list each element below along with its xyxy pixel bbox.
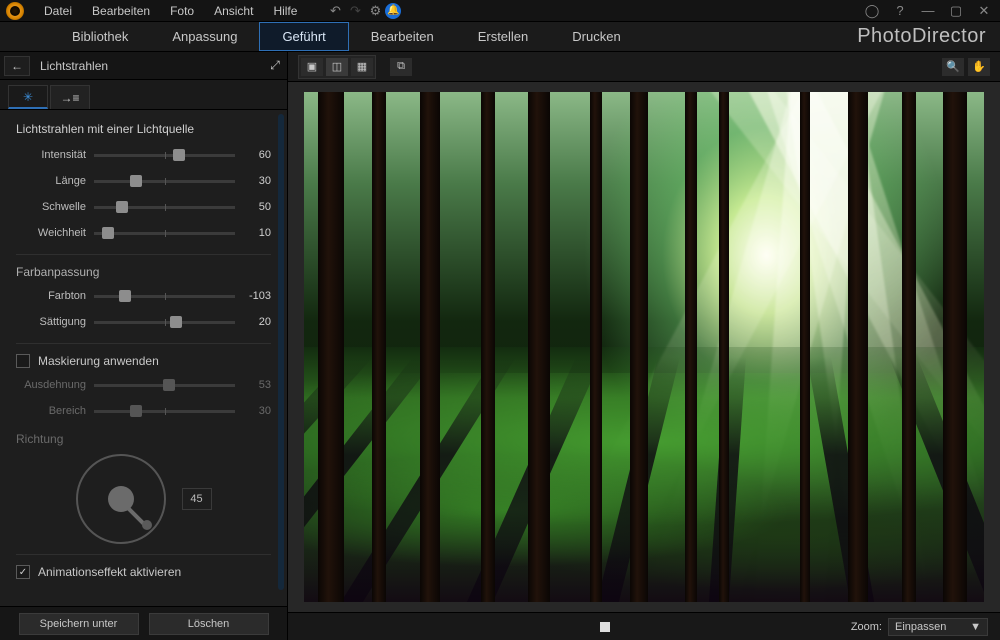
close-icon[interactable]: ✕: [974, 3, 994, 19]
minimize-icon[interactable]: —: [918, 3, 938, 19]
chevron-down-icon: ▼: [970, 621, 981, 633]
view-compare-icon[interactable]: ◫: [326, 58, 348, 76]
slider-length[interactable]: Länge 30: [16, 170, 271, 192]
view-grid-icon[interactable]: ▦: [351, 58, 373, 76]
undo-icon[interactable]: ↶: [325, 3, 345, 19]
panel-back-icon[interactable]: ←: [4, 56, 30, 76]
slider-range: Bereich 30: [16, 400, 271, 422]
panel-scroll[interactable]: Lichtstrahlen mit einer Lichtquelle Inte…: [0, 110, 287, 606]
slider-threshold[interactable]: Schwelle 50: [16, 196, 271, 218]
help-icon[interactable]: ?: [890, 3, 910, 19]
view-single-icon[interactable]: ▣: [301, 58, 323, 76]
menu-photo[interactable]: Foto: [160, 4, 204, 18]
section-direction-title: Richtung: [16, 432, 271, 446]
module-print[interactable]: Drucken: [550, 22, 642, 51]
menu-bar: Datei Bearbeiten Foto Ansicht Hilfe ↶ ↷ …: [0, 0, 1000, 22]
app-logo-icon: [6, 2, 24, 20]
section-lightrays-title: Lichtstrahlen mit einer Lichtquelle: [16, 122, 271, 136]
panel-title: Lichtstrahlen: [34, 59, 263, 73]
menu-file[interactable]: Datei: [34, 4, 82, 18]
checkbox-masking[interactable]: Maskierung anwenden: [16, 354, 271, 368]
module-library[interactable]: Bibliothek: [50, 22, 150, 51]
checkbox-icon[interactable]: [16, 354, 30, 368]
zoom-label: Zoom:: [851, 621, 882, 633]
redo-icon[interactable]: ↷: [345, 3, 365, 19]
direction-dial[interactable]: [76, 454, 166, 544]
menu-view[interactable]: Ansicht: [204, 4, 263, 18]
pan-tool-icon[interactable]: ✋: [968, 58, 990, 76]
zoom-tool-icon[interactable]: 🔍: [942, 58, 964, 76]
slider-softness[interactable]: Weichheit 10: [16, 222, 271, 244]
status-bar: Zoom: Einpassen ▼: [288, 612, 1000, 640]
subtab-effect-icon[interactable]: ✳: [8, 85, 48, 109]
preview-image: [304, 92, 984, 602]
slider-intensity[interactable]: Intensität 60: [16, 144, 271, 166]
brand-label: PhotoDirector: [857, 25, 986, 48]
notification-bell-icon[interactable]: 🔔: [385, 3, 401, 19]
module-create[interactable]: Erstellen: [456, 22, 551, 51]
menu-edit[interactable]: Bearbeiten: [82, 4, 160, 18]
zoom-select[interactable]: Einpassen ▼: [888, 618, 988, 636]
work-area: ▣ ◫ ▦ ⧉ 🔍 ✋: [288, 52, 1000, 640]
checkbox-icon[interactable]: [16, 565, 30, 579]
effect-side-panel: ← Lichtstrahlen ⤢ ✳ →≡ Lichtstrahlen mit…: [0, 52, 288, 640]
stop-icon[interactable]: [600, 622, 610, 632]
slider-extent: Ausdehnung 53: [16, 374, 271, 396]
direction-value[interactable]: 45: [182, 488, 212, 510]
save-as-button[interactable]: Speichern unter: [19, 613, 139, 635]
delete-button[interactable]: Löschen: [149, 613, 269, 635]
module-guided[interactable]: Geführt: [259, 22, 348, 51]
module-bar: Bibliothek Anpassung Geführt Bearbeiten …: [0, 22, 1000, 52]
settings-gear-icon[interactable]: ⚙: [365, 3, 385, 19]
section-coloradjust-title: Farbanpassung: [16, 265, 271, 279]
maximize-icon[interactable]: ▢: [946, 3, 966, 19]
slider-saturation[interactable]: Sättigung 20: [16, 311, 271, 333]
slider-hue[interactable]: Farbton -103: [16, 285, 271, 307]
module-adjust[interactable]: Anpassung: [150, 22, 259, 51]
menu-help[interactable]: Hilfe: [263, 4, 307, 18]
view-toolbar: ▣ ◫ ▦ ⧉ 🔍 ✋: [288, 52, 1000, 82]
account-icon[interactable]: ◯: [862, 3, 882, 19]
panel-popout-icon[interactable]: ⤢: [263, 58, 287, 73]
view-secondary-icon[interactable]: ⧉: [390, 58, 412, 76]
subtab-presets-icon[interactable]: →≡: [50, 85, 90, 109]
image-canvas[interactable]: [288, 82, 1000, 612]
module-edit[interactable]: Bearbeiten: [349, 22, 456, 51]
checkbox-animation[interactable]: Animationseffekt aktivieren: [16, 565, 271, 579]
